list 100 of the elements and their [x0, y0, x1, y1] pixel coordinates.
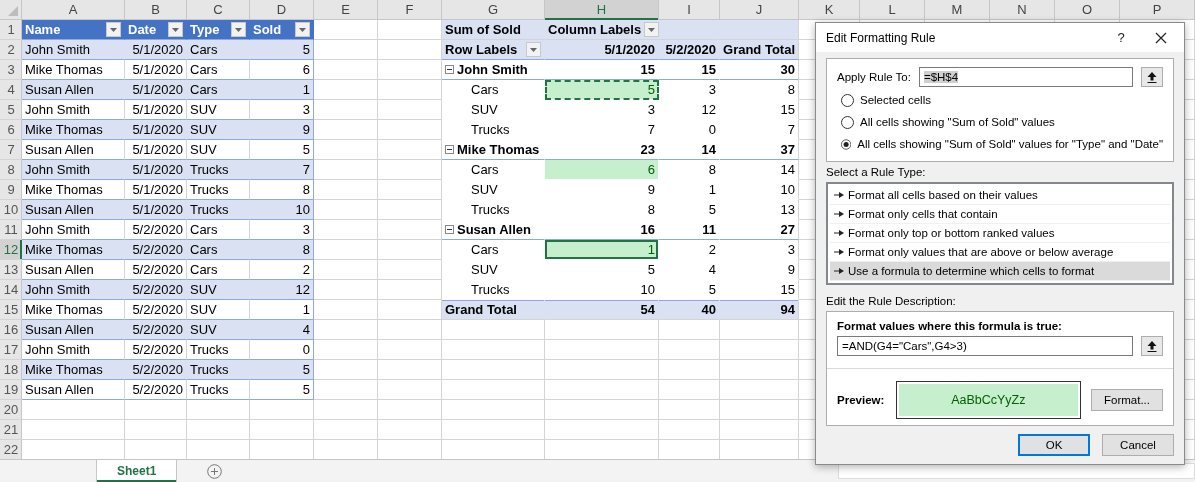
column-letter[interactable]: B	[125, 0, 187, 20]
table-cell: John Smith	[22, 160, 125, 180]
pivot-header-cell: 5/2/2020	[659, 40, 720, 60]
row-number[interactable]: 20	[0, 400, 22, 420]
row-number[interactable]: 21	[0, 420, 22, 440]
format-button[interactable]: Format...	[1091, 389, 1163, 411]
list-item[interactable]: Use a formula to determine which cells to format	[830, 262, 1170, 281]
column-letter[interactable]: K	[799, 0, 860, 20]
dialog-title: Edit Formatting Rule	[826, 30, 937, 45]
column-letter[interactable]: M	[925, 0, 990, 20]
row-number[interactable]: 9	[0, 180, 22, 200]
column-letter[interactable]: F	[378, 0, 442, 20]
row-number[interactable]: 17	[0, 340, 22, 360]
arrow-icon	[834, 249, 844, 255]
table-cell: 1	[250, 80, 314, 100]
column-letter[interactable]: P	[1120, 0, 1195, 20]
pivot-cell: 11	[659, 220, 720, 240]
table-cell: 3	[250, 100, 314, 120]
sheet-tab[interactable]: Sheet1	[97, 460, 178, 482]
table-cell: 3	[250, 220, 314, 240]
column-letter[interactable]: E	[314, 0, 378, 20]
radio-option[interactable]: All cells showing "Sum of Sold" values	[837, 113, 1163, 131]
row-number[interactable]: 5	[0, 100, 22, 120]
pivot-cell: 15	[659, 60, 720, 80]
row-number[interactable]: 8	[0, 160, 22, 180]
pivot-cell: Trucks	[442, 280, 545, 300]
table-cell: 5/2/2020	[125, 240, 187, 260]
table-cell: Mike Thomas	[22, 240, 125, 260]
row-number[interactable]: 19	[0, 380, 22, 400]
row-number[interactable]: 15	[0, 300, 22, 320]
column-letter[interactable]: C	[187, 0, 250, 20]
column-header: Name	[25, 22, 62, 37]
row-number[interactable]: 3	[0, 60, 22, 80]
column-letter[interactable]: D	[250, 0, 314, 20]
pivot-cell: 12	[659, 100, 720, 120]
collapse-icon[interactable]	[445, 145, 454, 154]
formula-field[interactable]: =AND(G4="Cars",G4>3)	[837, 336, 1133, 356]
row-number[interactable]: 1	[0, 20, 22, 40]
arrow-icon	[834, 211, 844, 217]
radio-option[interactable]: Selected cells	[837, 91, 1163, 109]
filter-dropdown-button[interactable]	[526, 42, 541, 57]
caret-icon	[530, 47, 537, 52]
add-sheet-icon[interactable]	[207, 463, 223, 479]
column-letter[interactable]: L	[860, 0, 925, 20]
row-number[interactable]: 14	[0, 280, 22, 300]
column-letter[interactable]: A	[22, 0, 125, 20]
collapse-dialog-button[interactable]	[1141, 67, 1163, 87]
pivot-cell: 6	[545, 160, 659, 180]
row-number[interactable]: 10	[0, 200, 22, 220]
row-number[interactable]: 22	[0, 440, 22, 459]
pivot-cell: 4	[659, 260, 720, 280]
table-cell: 8	[250, 240, 314, 260]
table-cell: Susan Allen	[22, 320, 125, 340]
pivot-cell: 16	[545, 220, 659, 240]
help-button[interactable]: ?	[1106, 25, 1136, 50]
column-letter[interactable]: N	[990, 0, 1055, 20]
table-cell: 5/2/2020	[125, 320, 187, 340]
filter-dropdown-button[interactable]	[295, 22, 310, 37]
pivot-cell: 7	[545, 120, 659, 140]
pivot-cell: 5	[545, 80, 659, 100]
radio-option[interactable]: All cells showing "Sum of Sold" values for "Type" and "Date"	[837, 135, 1163, 153]
row-number[interactable]: 18	[0, 360, 22, 380]
row-label: John Smith	[457, 62, 529, 77]
collapse-dialog-button[interactable]	[1141, 336, 1163, 356]
pivot-cell: 3	[545, 100, 659, 120]
close-icon	[1155, 31, 1167, 44]
dialog-button[interactable]: OK	[1018, 434, 1090, 456]
row-number[interactable]: 4	[0, 80, 22, 100]
pivot-header-cell: Grand Total	[720, 40, 799, 60]
table-cell: 5/1/2020	[125, 160, 187, 180]
caret-icon	[172, 27, 179, 32]
row-number[interactable]: 13	[0, 260, 22, 280]
filter-dropdown-button[interactable]	[106, 22, 121, 37]
table-cell: Cars	[187, 80, 250, 100]
collapse-icon[interactable]	[445, 225, 454, 234]
filter-dropdown-button[interactable]	[644, 22, 660, 37]
row-number[interactable]: 11	[0, 220, 22, 240]
filter-dropdown-button[interactable]	[231, 22, 246, 37]
column-header: Sold	[253, 22, 283, 37]
column-letter[interactable]: O	[1055, 0, 1120, 20]
dialog-button[interactable]: Cancel	[1102, 434, 1174, 456]
row-number[interactable]: 7	[0, 140, 22, 160]
pivot-cell: 1	[545, 240, 659, 260]
row-number[interactable]: 2	[0, 40, 22, 60]
table-cell: 5/1/2020	[125, 200, 187, 220]
pivot-cell: 15	[545, 60, 659, 80]
pivot-cell: 8	[659, 160, 720, 180]
pivot-cell: 1	[659, 180, 720, 200]
formula-label: Format values where this formula is true:	[837, 320, 1063, 332]
column-letter[interactable]: G	[442, 0, 545, 20]
range-field[interactable]: =$H$4	[918, 67, 1133, 87]
arrow-icon	[834, 230, 844, 236]
column-letter[interactable]: H	[545, 0, 659, 20]
row-number[interactable]: 12	[0, 240, 22, 260]
column-letter[interactable]: I	[659, 0, 720, 20]
column-letter[interactable]: J	[720, 0, 799, 20]
collapse-icon[interactable]	[445, 65, 454, 74]
filter-dropdown-button[interactable]	[168, 22, 183, 37]
row-number[interactable]: 16	[0, 320, 22, 340]
row-number[interactable]: 6	[0, 120, 22, 140]
